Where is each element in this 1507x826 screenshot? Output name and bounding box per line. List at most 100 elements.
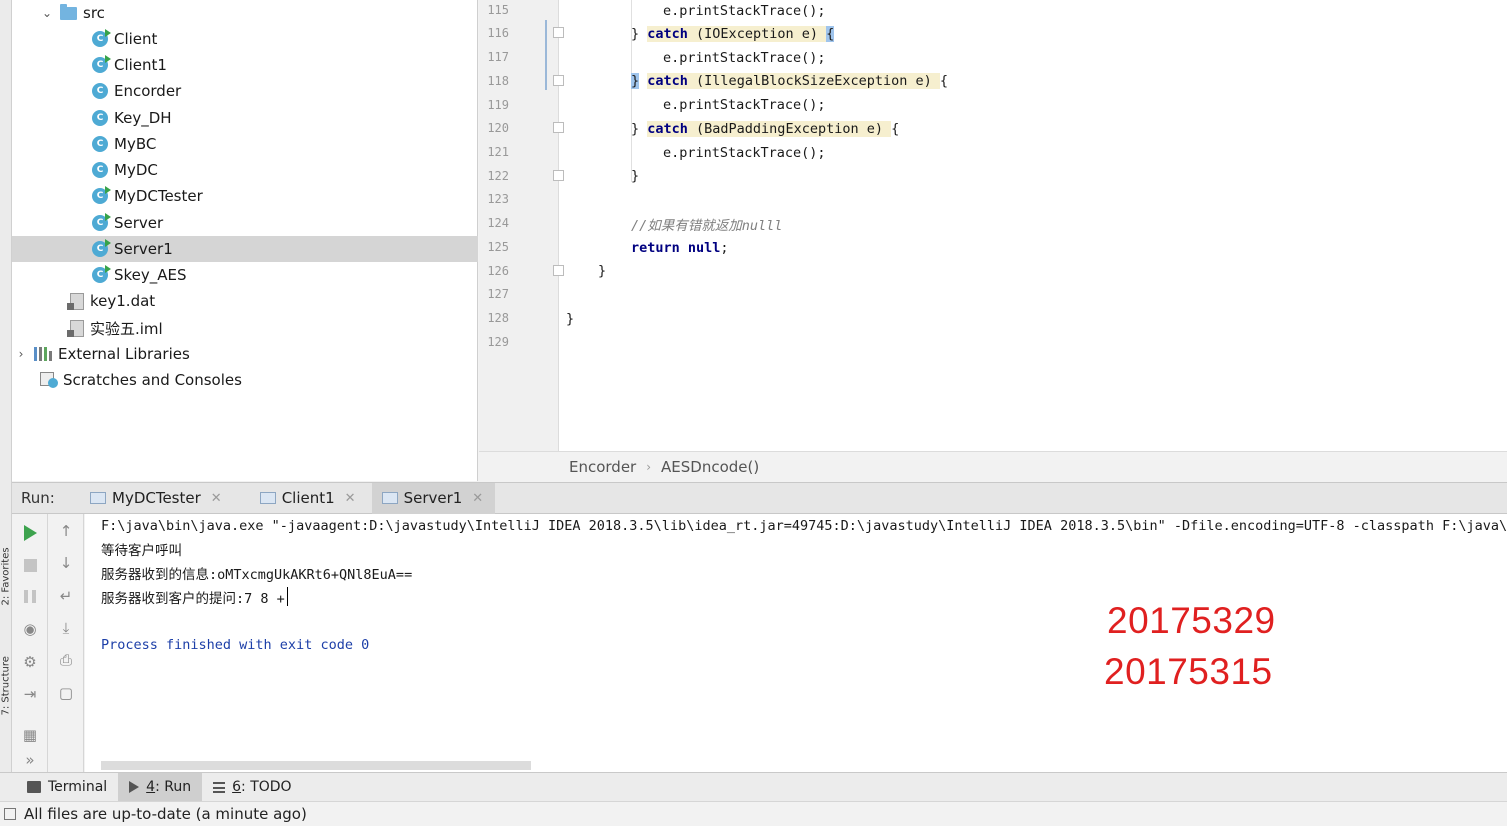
status-toggle-icon[interactable]	[4, 808, 16, 820]
status-bar: All files are up-to-date (a minute ago)	[0, 801, 1507, 826]
scroll-to-end-button[interactable]: ⤓	[57, 619, 75, 637]
code-text: }	[598, 262, 607, 279]
fold-marker-icon[interactable]	[553, 27, 564, 38]
code-text: }	[631, 167, 640, 184]
fold-marker-icon[interactable]	[553, 170, 564, 181]
line-number: 129	[487, 335, 509, 349]
close-icon[interactable]: ✕	[472, 491, 483, 506]
run-tab-server1[interactable]: Server1 ✕	[371, 482, 496, 514]
print-button[interactable]: ⎙	[57, 651, 75, 669]
runnable-class-icon: C	[92, 29, 111, 47]
line-number: 124	[487, 216, 509, 230]
settings-button[interactable]: ⚙	[21, 653, 39, 671]
breadcrumb-method[interactable]: AESDncode()	[661, 458, 759, 476]
tree-item-iml[interactable]: 实验五.iml	[12, 315, 478, 341]
code-text: (IOException e)	[687, 25, 827, 42]
fold-marker-icon[interactable]	[553, 75, 564, 86]
clear-button[interactable]: ▢	[57, 684, 75, 702]
tree-item-mybc[interactable]: C MyBC	[12, 131, 478, 157]
run-label: 4: Run	[146, 779, 192, 795]
code-text: {	[891, 120, 900, 137]
layout-icon: ▦	[22, 726, 38, 744]
annotation-number: 20175329	[1107, 600, 1276, 641]
run-tab-client1[interactable]: Client1 ✕	[250, 483, 368, 514]
line-number: 126	[487, 264, 509, 278]
terminal-label: Terminal	[48, 779, 108, 795]
tree-item-src[interactable]: ⌄ src	[12, 0, 478, 26]
close-icon[interactable]: ✕	[345, 491, 356, 506]
runnable-class-icon: C	[92, 265, 111, 283]
tree-item-key1-dat[interactable]: key1.dat	[12, 288, 478, 314]
close-icon[interactable]: ✕	[211, 491, 222, 506]
code-line-116: } catch (IOException e) {	[631, 22, 835, 45]
tree-item-server[interactable]: C Server	[12, 210, 478, 236]
terminal-button[interactable]: Terminal	[16, 773, 118, 801]
runnable-class-icon: C	[92, 55, 111, 73]
code-line-122: }	[631, 164, 639, 187]
run-tab-label: Client1	[281, 489, 335, 507]
code-text: e.printStackTrace();	[663, 96, 826, 113]
horizontal-scrollbar[interactable]	[101, 761, 531, 770]
line-number: 120	[487, 121, 509, 135]
tree-item-mydctester[interactable]: C MyDCTester	[12, 183, 478, 209]
keyword: return null	[631, 239, 721, 256]
breadcrumb-class[interactable]: Encorder	[569, 458, 636, 476]
layout-button[interactable]: ▦	[21, 726, 39, 744]
run-tool-button[interactable]: 4: Run	[118, 773, 203, 801]
scratches-icon	[40, 372, 58, 388]
code-text: }	[631, 120, 648, 137]
console-output[interactable]: F:\java\bin\java.exe "-javaagent:D:\java…	[85, 514, 1507, 772]
tree-item-server1[interactable]: C Server1	[12, 236, 478, 262]
code-line-125: return null;	[631, 236, 729, 259]
fold-marker-icon[interactable]	[553, 265, 564, 276]
chevron-right-icon[interactable]: ›	[14, 347, 28, 361]
keyword: catch	[647, 72, 688, 89]
tree-item-label: Scratches and Consoles	[63, 371, 242, 389]
left-tool-strip: 2: Favorites 7: Structure	[0, 0, 12, 772]
tree-item-label: Skey_AES	[114, 266, 187, 284]
dump-threads-button[interactable]: ◉	[21, 620, 39, 638]
tree-item-encorder[interactable]: C Encorder	[12, 78, 478, 104]
down-button[interactable]: ↓	[57, 554, 75, 572]
tree-item-label: Server1	[114, 240, 173, 258]
run-toolbar-right: ↑ ↓ ↵ ⤓ ⎙ ▢	[48, 514, 84, 772]
stop-button[interactable]	[21, 556, 39, 574]
pause-button[interactable]	[21, 587, 39, 605]
tree-item-client1[interactable]: C Client1	[12, 52, 478, 78]
code-editor[interactable]: 115 116 117 118 119 120 121 122 123 124 …	[479, 0, 1507, 451]
tool-window-bar: Terminal 4: Run 6: TODO	[0, 772, 1507, 801]
chevron-down-icon[interactable]: ⌄	[40, 6, 54, 20]
run-config-icon	[90, 492, 106, 504]
structure-side-tab[interactable]: 7: Structure	[1, 656, 12, 715]
tree-item-skey-aes[interactable]: C Skey_AES	[12, 262, 478, 288]
code-line-115: e.printStackTrace();	[663, 0, 826, 22]
run-toolbar-left: ◉ ⚙ ⇥ ▦ »	[12, 514, 48, 772]
code-text: e.printStackTrace();	[663, 144, 826, 161]
tree-item-scratches[interactable]: Scratches and Consoles	[12, 367, 478, 393]
code-line-124: //如果有错就返加nulll	[631, 212, 782, 235]
runnable-class-icon: C	[92, 239, 111, 257]
library-icon	[34, 347, 54, 361]
stop-icon	[23, 558, 37, 572]
run-config-icon	[259, 492, 276, 504]
exit-button[interactable]: ⇥	[21, 685, 39, 703]
tree-item-key-dh[interactable]: C Key_DH	[12, 105, 478, 131]
todo-button[interactable]: 6: TODO	[202, 773, 302, 801]
line-number: 127	[487, 287, 509, 301]
favorites-side-tab[interactable]: 2: Favorites	[1, 547, 12, 605]
tree-item-client[interactable]: C Client	[12, 26, 478, 52]
up-button[interactable]: ↑	[57, 522, 75, 540]
runnable-class-icon: C	[92, 186, 111, 204]
code-line-117: e.printStackTrace();	[663, 46, 826, 69]
line-number: 118	[487, 74, 509, 88]
line-number: 122	[487, 169, 509, 183]
code-line-126: }	[598, 259, 606, 282]
run-tab-mydctester[interactable]: MyDCTester ✕	[80, 483, 234, 514]
fold-marker-icon[interactable]	[553, 122, 564, 133]
code-line-118: } catch (IllegalBlockSizeException e) {	[631, 69, 948, 92]
tree-item-mydc[interactable]: C MyDC	[12, 157, 478, 183]
rerun-button[interactable]	[21, 524, 39, 542]
tree-item-external-libraries[interactable]: › External Libraries	[12, 341, 478, 367]
more-button[interactable]: »	[21, 751, 39, 769]
soft-wrap-button[interactable]: ↵	[57, 587, 75, 605]
